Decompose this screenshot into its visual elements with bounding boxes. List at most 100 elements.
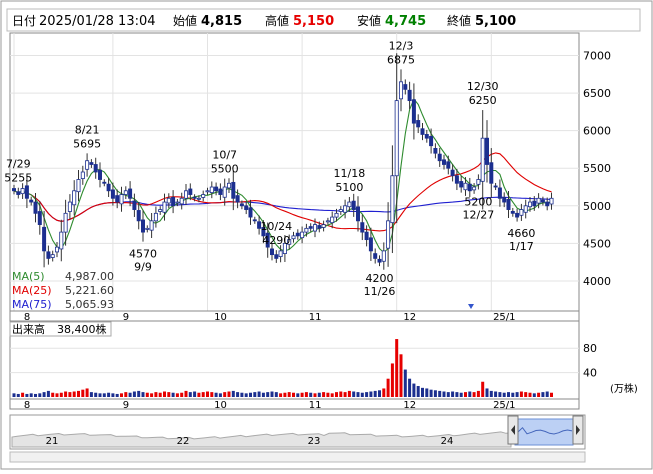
navigator[interactable]: 21 22 23 24 bbox=[9, 414, 586, 450]
candle-body bbox=[93, 164, 98, 173]
volume-bar bbox=[464, 392, 467, 397]
volume-tick-label: 40 bbox=[583, 367, 597, 380]
volume-bar bbox=[197, 392, 201, 397]
volume-bar bbox=[369, 391, 373, 397]
candle-body bbox=[136, 210, 141, 222]
candle-body bbox=[226, 182, 231, 189]
close-label: 終値 bbox=[447, 13, 471, 28]
volume-bar bbox=[524, 392, 528, 397]
price-tick-label: 5500 bbox=[583, 162, 611, 175]
candle-body bbox=[484, 137, 489, 165]
volume-bar bbox=[59, 392, 63, 397]
candle-body bbox=[162, 201, 167, 213]
volume-bar bbox=[193, 391, 197, 397]
annotation-price: 6250 bbox=[469, 94, 497, 107]
volume-bar bbox=[429, 389, 433, 397]
volume-bar bbox=[412, 383, 416, 397]
volume-bar bbox=[253, 392, 257, 397]
candle-body bbox=[467, 183, 472, 192]
candle-body bbox=[291, 235, 296, 240]
volume-bar bbox=[236, 392, 240, 397]
volume-bar bbox=[223, 392, 227, 397]
candle-body bbox=[549, 197, 554, 205]
candle-body bbox=[46, 251, 51, 259]
candle-body bbox=[433, 148, 438, 154]
navigator-selected-range[interactable] bbox=[514, 418, 574, 446]
volume-bar bbox=[158, 392, 162, 397]
candle-body bbox=[536, 197, 541, 204]
volume-bar bbox=[206, 391, 209, 397]
annotation-price: 5695 bbox=[73, 137, 101, 150]
candle-body bbox=[196, 197, 201, 200]
candle-body bbox=[140, 219, 145, 233]
volume-bar bbox=[94, 392, 98, 397]
date-label: 日付 bbox=[12, 14, 36, 28]
volume-bar bbox=[489, 390, 493, 397]
candle-body bbox=[394, 100, 399, 177]
candle-body bbox=[407, 89, 412, 102]
legend-value: 5,065.93 bbox=[65, 298, 114, 311]
volume-bar bbox=[227, 391, 231, 397]
candle-body bbox=[502, 196, 507, 203]
candle-body bbox=[24, 185, 29, 199]
candle-body bbox=[355, 206, 360, 222]
stock-chart-svg: 日付 2025/01/28 13:04 始値 4,815 高値 5,150 安値… bbox=[0, 0, 653, 470]
volume-bar bbox=[124, 392, 128, 397]
candle-body bbox=[489, 162, 494, 184]
volume-bar bbox=[34, 393, 37, 397]
candle-body bbox=[171, 196, 176, 207]
candle-body bbox=[463, 182, 468, 191]
legend-label: MA(75) bbox=[12, 298, 52, 311]
volume-bar bbox=[532, 393, 536, 397]
volume-bar bbox=[292, 392, 295, 397]
volume-bar bbox=[188, 392, 192, 397]
volume-bar bbox=[249, 392, 252, 397]
volume-bar bbox=[541, 392, 545, 397]
volume-bar bbox=[81, 389, 85, 397]
annotation-price: 4290 bbox=[262, 234, 290, 247]
volume-unit: (万株) bbox=[610, 382, 638, 395]
volume-bar bbox=[365, 392, 369, 397]
volume-bar bbox=[498, 392, 502, 397]
horizontal-scrollbar[interactable] bbox=[9, 451, 586, 463]
volume-bar bbox=[77, 390, 80, 397]
volume-bar bbox=[360, 392, 364, 397]
candle-body bbox=[429, 135, 434, 147]
candle-body bbox=[20, 188, 25, 195]
volume-bar bbox=[12, 393, 16, 397]
month-label: 8 bbox=[24, 400, 30, 411]
volume-bar bbox=[468, 391, 472, 397]
annotation-price: 4200 bbox=[366, 272, 394, 285]
volume-value: 38,400株 bbox=[57, 322, 107, 336]
candle-body bbox=[386, 220, 391, 249]
candle-body bbox=[205, 190, 210, 193]
volume-bar bbox=[21, 392, 25, 397]
candle-body bbox=[545, 201, 550, 207]
volume-tick-label: 80 bbox=[583, 342, 597, 355]
candle-body bbox=[476, 179, 481, 185]
candle-body bbox=[119, 194, 124, 205]
candle-body bbox=[274, 254, 279, 259]
candle-body bbox=[37, 211, 42, 225]
candle-body bbox=[420, 128, 425, 135]
annotation-date: 12/3 bbox=[389, 39, 414, 52]
volume-bar bbox=[261, 392, 265, 397]
price-tick-label: 4000 bbox=[583, 275, 611, 288]
candle-body bbox=[89, 162, 94, 165]
candle-body bbox=[528, 201, 533, 208]
month-label: 10 bbox=[214, 400, 227, 411]
price-tick-label: 4500 bbox=[583, 237, 611, 250]
candle-body bbox=[437, 153, 442, 162]
candle-body bbox=[42, 226, 47, 252]
volume-bar bbox=[550, 392, 553, 397]
candle-body bbox=[506, 198, 511, 210]
candle-body bbox=[446, 161, 451, 169]
volume-bar bbox=[279, 393, 283, 397]
volume-bar bbox=[472, 392, 476, 397]
volume-bar bbox=[408, 378, 412, 397]
annotation-price: 4570 bbox=[129, 248, 157, 261]
annotation-price: 6875 bbox=[387, 53, 415, 66]
volume-bar bbox=[378, 390, 381, 397]
volume-bar bbox=[425, 388, 429, 397]
date-value: 2025/01/28 13:04 bbox=[39, 14, 156, 29]
